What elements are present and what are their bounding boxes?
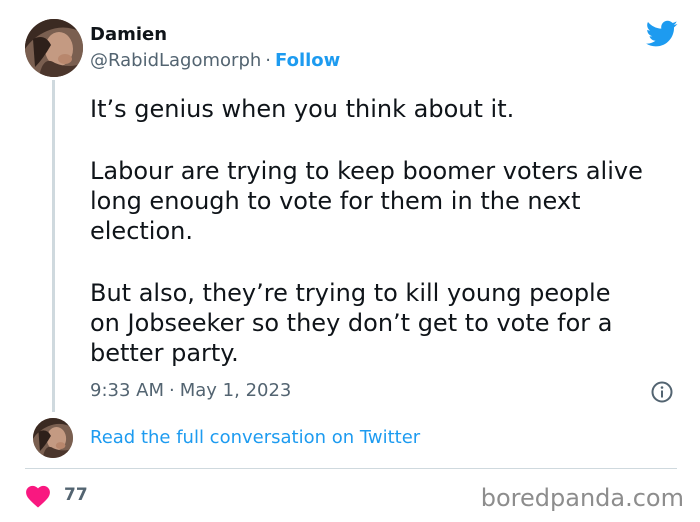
follow-button[interactable]: Follow bbox=[275, 50, 340, 71]
heart-icon[interactable] bbox=[25, 484, 51, 508]
tweet-line: better party. bbox=[90, 339, 239, 367]
watermark: boredpanda.com bbox=[480, 484, 684, 512]
author-handle[interactable]: @RabidLagomorph bbox=[90, 50, 261, 71]
tweet-timestamp[interactable]: 9:33 AM · May 1, 2023 bbox=[90, 380, 291, 401]
tweet-paragraph: Labour are trying to keep boomer voters … bbox=[90, 156, 690, 246]
tweet-paragraph: It’s genius when you think about it. bbox=[90, 94, 690, 124]
author-handle-row: @RabidLagomorph · Follow bbox=[90, 50, 340, 71]
avatar-image bbox=[25, 19, 83, 77]
avatar-image bbox=[33, 418, 73, 458]
author-display-name[interactable]: Damien bbox=[90, 24, 167, 45]
tweet-date[interactable]: May 1, 2023 bbox=[180, 380, 292, 401]
tweet-line: on Jobseeker so they don’t get to vote f… bbox=[90, 309, 613, 337]
tweet-line: Labour are trying to keep boomer voters … bbox=[90, 157, 643, 185]
handle-separator: · bbox=[265, 50, 272, 71]
tweet-line: long enough to vote for them in the next bbox=[90, 187, 581, 215]
tweet-paragraph: But also, they’re trying to kill young p… bbox=[90, 278, 690, 368]
read-conversation-link[interactable]: Read the full conversation on Twitter bbox=[90, 427, 420, 448]
info-icon[interactable] bbox=[650, 380, 674, 404]
tweet-time[interactable]: 9:33 AM bbox=[90, 380, 164, 401]
avatar[interactable] bbox=[25, 19, 83, 77]
divider bbox=[25, 468, 677, 469]
tweet-text: It’s genius when you think about it. Lab… bbox=[90, 94, 690, 368]
tweet-line: election. bbox=[90, 217, 193, 245]
thread-connector-line bbox=[52, 80, 55, 412]
tweet-line: It’s genius when you think about it. bbox=[90, 95, 515, 123]
tweet-line: But also, they’re trying to kill young p… bbox=[90, 279, 611, 307]
like-count: 77 bbox=[64, 485, 88, 505]
conversation-avatar[interactable] bbox=[33, 418, 73, 458]
timestamp-separator: · bbox=[169, 380, 175, 401]
twitter-bird-icon[interactable] bbox=[645, 20, 678, 48]
